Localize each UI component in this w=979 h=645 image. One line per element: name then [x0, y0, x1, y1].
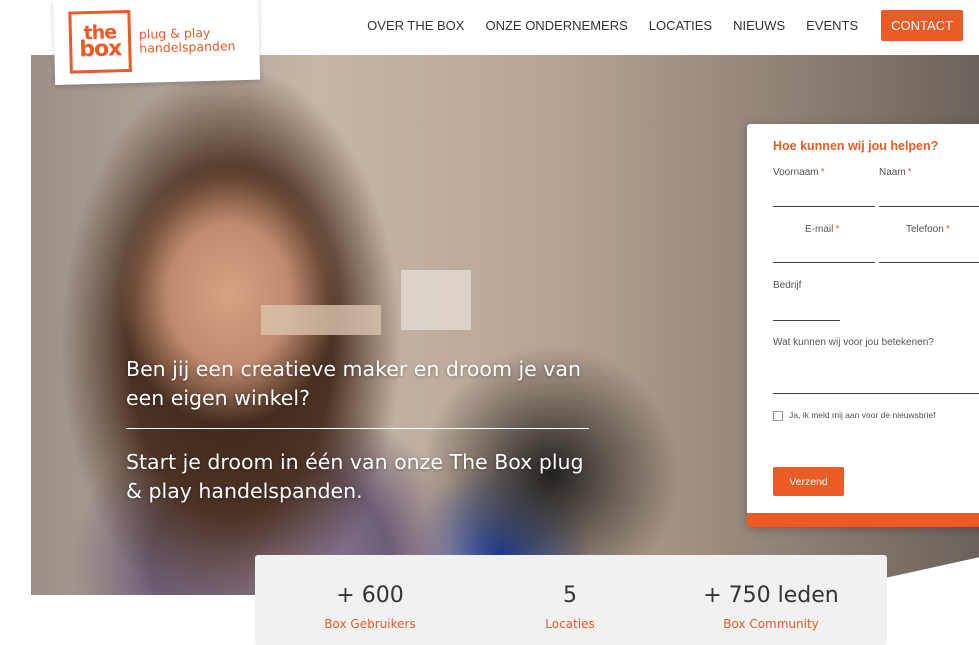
- stat-community: + 750 leden Box Community: [661, 582, 881, 631]
- stat-community-label: Box Community: [723, 617, 819, 631]
- logo[interactable]: the box plug & play handelspanden: [53, 0, 261, 85]
- telefoon-field[interactable]: [879, 262, 979, 263]
- stat-locations-label: Locaties: [545, 617, 595, 631]
- nav-item-locaties[interactable]: LOCATIES: [649, 18, 712, 33]
- stat-users: + 600 Box Gebruikers: [260, 582, 480, 631]
- voornaam-field[interactable]: [773, 206, 875, 207]
- bedrijf-label: Bedrijf: [773, 280, 802, 291]
- hero-shelf-box: [401, 270, 471, 330]
- hero-subline: Start je droom in één van onze The Box p…: [126, 450, 584, 503]
- stat-locations: 5 Locaties: [460, 582, 680, 631]
- voornaam-label: Voornaam *: [773, 167, 825, 178]
- email-field[interactable]: [773, 262, 875, 263]
- naam-label: Naam *: [879, 167, 912, 178]
- email-label: E-mail *: [805, 224, 840, 235]
- logo-word-box: box: [78, 35, 122, 63]
- telefoon-label: Telefoon *: [906, 224, 950, 235]
- stat-community-value: + 750 leden: [703, 583, 839, 608]
- form-title: Hoe kunnen wij jou helpen?: [773, 139, 939, 153]
- nav-item-over-the-box[interactable]: OVER THE BOX: [367, 18, 464, 33]
- stats-bar: + 600 Box Gebruikers 5 Locaties + 750 le…: [255, 555, 887, 645]
- logo-tagline-line2: handelspanden: [139, 38, 236, 56]
- message-label: Wat kunnen wij voor jou betekenen?: [773, 337, 934, 348]
- submit-button[interactable]: Verzend: [773, 467, 844, 496]
- logo-mark: the box: [68, 9, 132, 74]
- message-field[interactable]: [773, 393, 979, 394]
- form-accent-bar: [747, 513, 979, 527]
- stat-users-value: + 600: [336, 583, 404, 608]
- logo-tagline: plug & play handelspanden: [139, 25, 236, 56]
- stat-users-label: Box Gebruikers: [324, 617, 416, 631]
- contact-form: Hoe kunnen wij jou helpen? Voornaam * Naa…: [747, 124, 979, 527]
- nav-item-nieuws[interactable]: NIEUWS: [733, 18, 785, 33]
- contact-button[interactable]: CONTACT: [881, 10, 963, 41]
- newsletter-label: Ja, ik meld mij aan voor de nieuwsbrief: [789, 410, 936, 420]
- nav-item-onze-ondernemers[interactable]: ONZE ONDERNEMERS: [485, 18, 627, 33]
- bedrijf-field[interactable]: [773, 320, 840, 321]
- main-nav: OVER THE BOX ONZE ONDERNEMERS LOCATIES N…: [346, 10, 963, 41]
- nav-item-events[interactable]: EVENTS: [806, 18, 858, 33]
- hero-divider: [126, 428, 589, 429]
- newsletter-checkbox[interactable]: [773, 411, 783, 421]
- hero-headline: Ben jij een creatieve maker en droom je …: [126, 357, 581, 410]
- naam-field[interactable]: [879, 206, 979, 207]
- hero-shelf: [261, 305, 381, 335]
- stat-locations-value: 5: [563, 583, 577, 608]
